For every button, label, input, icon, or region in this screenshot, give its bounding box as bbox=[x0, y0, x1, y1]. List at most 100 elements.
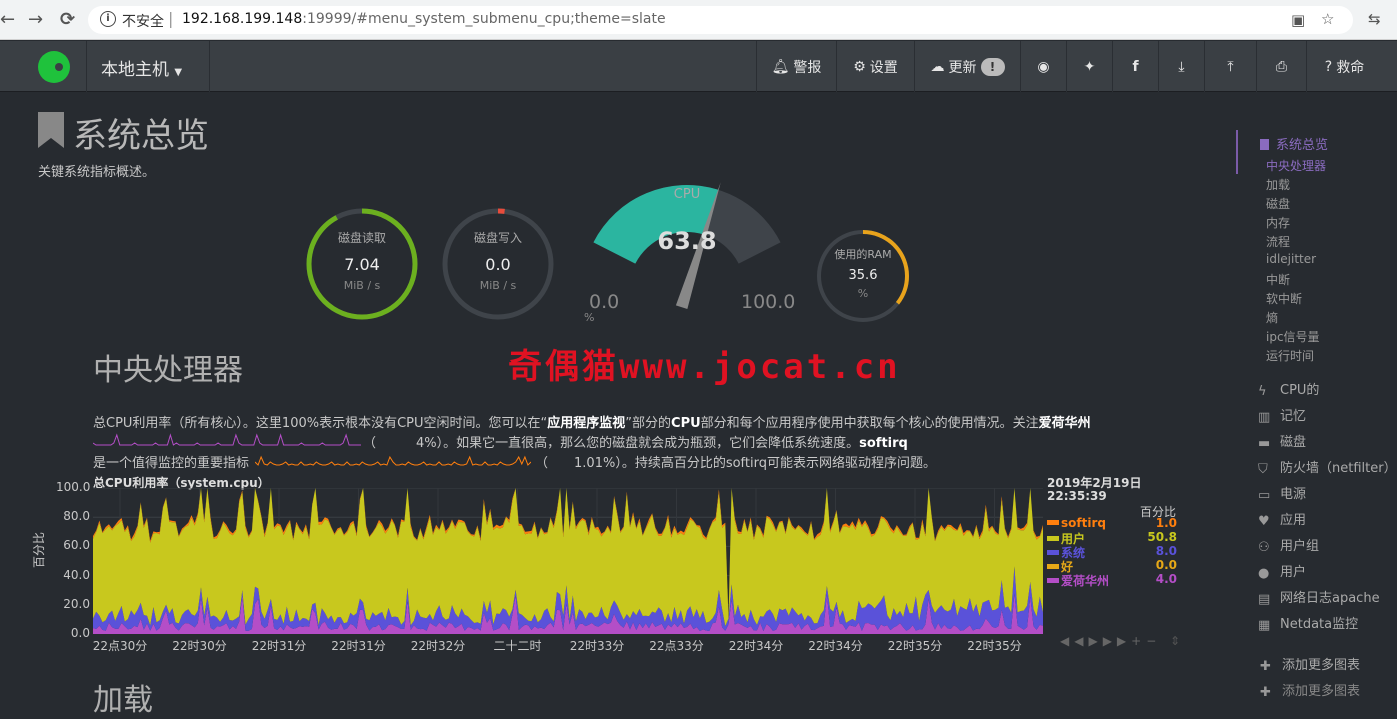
chart-ylabel: 百分比 bbox=[32, 531, 46, 568]
host-dropdown[interactable]: 本地主机 ▼ bbox=[101, 55, 182, 80]
bell-icon: 🔔︎ bbox=[771, 58, 790, 75]
add-more-charts-button[interactable]: ✚ 添加更多图表 bbox=[1260, 654, 1360, 674]
sparkline bbox=[92, 433, 361, 446]
sidebar-menu-item[interactable]: ▦ Netdata监控 bbox=[1258, 613, 1358, 633]
url-text[interactable]: 192.168.199.148:19999/#menu_system_subme… bbox=[182, 11, 666, 27]
sidebar-menu-item[interactable]: ▬ 磁盘 bbox=[1258, 431, 1306, 451]
sidebar-menu-item[interactable]: ▥ 记忆 bbox=[1258, 405, 1306, 425]
cpu-chart-plot[interactable] bbox=[93, 488, 1043, 634]
ram-gauge[interactable]: 使用的RAM 35.6 % bbox=[803, 246, 923, 300]
disk-write-gauge[interactable]: 磁盘写入 0.0 MiB / s bbox=[438, 229, 558, 292]
sidebar-menu-item[interactable]: ⚇ 用户组 bbox=[1258, 535, 1319, 555]
y-tick-label: 20.0 bbox=[63, 596, 90, 611]
sidebar-active-section[interactable]: 系统总览 bbox=[1260, 134, 1328, 153]
shield-icon: ⛉ bbox=[1258, 462, 1268, 477]
browser-chrome: ← → ⟳ i 不安全 | 192.168.199.148:19999/#men… bbox=[0, 0, 1397, 40]
add-more-charts-button-2[interactable]: ✚ 添加更多图表 bbox=[1260, 680, 1360, 700]
facebook-icon: f bbox=[1132, 58, 1139, 75]
desc-text: ”部分的 bbox=[625, 416, 672, 431]
desc-text: 1.01%）。持续高百分比的softirq可能表示网络驱动程序问题。 bbox=[574, 456, 936, 471]
y-tick-label: 80.0 bbox=[63, 509, 90, 524]
sidebar-subitem[interactable]: 中央处理器 bbox=[1266, 157, 1326, 174]
sidebar-menu-label: 防火墙（netfilter） bbox=[1280, 461, 1397, 476]
help-button[interactable]: ? 救命 bbox=[1306, 41, 1382, 92]
sidebar-subitem[interactable]: ipc信号量 bbox=[1266, 328, 1320, 345]
insecure-label: 不安全 bbox=[122, 14, 164, 30]
sparkline-softirq-svg bbox=[254, 455, 532, 466]
facebook-button[interactable]: f bbox=[1112, 41, 1158, 92]
url-separator: | bbox=[168, 9, 174, 28]
legend-item-4[interactable]: 爱荷华州 4.0 bbox=[1047, 572, 1177, 589]
forward-icon[interactable]: ▶▶ bbox=[1103, 634, 1131, 648]
github-icon: ◉ bbox=[1037, 58, 1050, 75]
gauge-label: 磁盘写入 bbox=[473, 231, 522, 245]
sidebar-subitem[interactable]: 熵 bbox=[1266, 309, 1278, 326]
extension-icon[interactable]: ⇆ bbox=[1368, 10, 1381, 28]
star-icon[interactable]: ☆ bbox=[1321, 10, 1334, 28]
gauge-label: 磁盘读取 bbox=[337, 231, 386, 245]
reload-icon[interactable]: ⟳ bbox=[60, 9, 75, 30]
sidebar-subitem[interactable]: 中断 bbox=[1266, 271, 1290, 288]
sidebar-menu-item[interactable]: ▤ 网络日志apache bbox=[1258, 587, 1380, 607]
question-icon: ? bbox=[1324, 58, 1333, 75]
sparkline-iowait-svg bbox=[92, 433, 361, 446]
address-bar[interactable]: i 不安全 | 192.168.199.148:19999/#menu_syst… bbox=[88, 6, 1353, 34]
upload-button[interactable]: ⤒ bbox=[1204, 41, 1256, 92]
page-title: 系统总览 bbox=[73, 116, 209, 156]
sidebar-subitem[interactable]: 流程 bbox=[1266, 233, 1290, 250]
sidebar-subitem[interactable]: 运行时间 bbox=[1266, 347, 1314, 364]
page-subtitle: 关键系统指标概述。 bbox=[38, 165, 156, 180]
desc-text: 4%）。如果它一直很高，那么您的磁盘就会成为瓶颈，它们会降低系统速度。 bbox=[416, 436, 860, 451]
cpu-gauge-label: CPU bbox=[673, 187, 701, 202]
zoom-in-icon[interactable]: + bbox=[1131, 634, 1146, 648]
sidebar-menu-item[interactable]: ϟ CPU的 bbox=[1258, 379, 1319, 399]
gauge-value: 35.6 bbox=[848, 268, 878, 283]
sidebar-subitem[interactable]: 软中断 bbox=[1266, 290, 1302, 307]
info-icon[interactable]: i bbox=[100, 11, 116, 27]
cpu-description-line2: （ 4%）。如果它一直很高，那么您的磁盘就会成为瓶颈，它们会降低系统速度。soft… bbox=[92, 432, 908, 451]
sidebar-subitem[interactable]: 内存 bbox=[1266, 214, 1290, 231]
sidebar-subitem[interactable]: idlejitter bbox=[1266, 252, 1316, 266]
sidebar-menu-item[interactable]: ● 用户 bbox=[1258, 561, 1306, 581]
sidebar-menu-label: 应用 bbox=[1280, 513, 1307, 528]
translate-icon[interactable]: ▣ bbox=[1291, 11, 1305, 29]
x-tick-label: 22时31分 bbox=[331, 639, 386, 653]
desc-text: （ bbox=[535, 456, 549, 471]
desc-link-cpu[interactable]: CPU bbox=[671, 416, 701, 431]
disk-read-gauge[interactable]: 磁盘读取 7.04 MiB / s bbox=[302, 229, 422, 292]
resize-handle-icon[interactable]: ⇕ bbox=[1170, 634, 1180, 648]
twitter-button[interactable]: ✦ bbox=[1066, 41, 1112, 92]
legend-item-0[interactable]: softirq 1.0 bbox=[1047, 516, 1177, 530]
legend-value: 4.0 bbox=[1155, 572, 1177, 586]
alarms-button[interactable]: 🔔︎ 警报 bbox=[756, 41, 836, 92]
sidebar-menu-item[interactable]: ♥ 应用 bbox=[1258, 509, 1307, 529]
settings-button[interactable]: ⚙ 设置 bbox=[836, 41, 914, 92]
x-tick-label: 22时31分 bbox=[251, 639, 307, 653]
download-button[interactable]: ⤓ bbox=[1158, 41, 1204, 92]
desc-link-apps[interactable]: 应用程序监视 bbox=[547, 416, 625, 431]
desc-softirq: softirq bbox=[859, 436, 908, 451]
zoom-out-icon[interactable]: − bbox=[1146, 634, 1161, 648]
sidebar-subitem[interactable]: 加载 bbox=[1266, 176, 1290, 193]
print-button[interactable]: ⎙ bbox=[1256, 41, 1306, 92]
cpu-description-line3: 是一个值得监控的重要指标 （ 1.01%）。持续高百分比的softirq可能表示网络… bbox=[93, 452, 936, 471]
play-icon[interactable]: ▶ bbox=[1088, 634, 1102, 648]
gear-icon: ⚙ bbox=[853, 58, 866, 75]
forward-icon[interactable]: → bbox=[28, 9, 43, 30]
battery-icon: ▭ bbox=[1258, 488, 1271, 503]
sidebar-menu-item[interactable]: ⛉ 防火墙（netfilter） bbox=[1258, 457, 1397, 477]
desc-text: 部分和每个应用程序使用中获取每个核心的使用情况。关注 bbox=[700, 416, 1039, 431]
url-rest: :19999/#menu_system_submenu_cpu;theme=sl… bbox=[302, 11, 666, 27]
x-tick-label: 22时30分 bbox=[172, 639, 227, 653]
back-icon[interactable]: ← bbox=[0, 9, 15, 30]
sidebar-subitem[interactable]: 磁盘 bbox=[1266, 195, 1290, 212]
netdata-logo[interactable] bbox=[38, 51, 70, 83]
sidebar-menu-item[interactable]: ▭ 电源 bbox=[1258, 483, 1306, 503]
x-tick-label: 22时35分 bbox=[887, 639, 943, 653]
cpu-gauge-unit: % bbox=[584, 311, 595, 324]
rewind-icon[interactable]: ◀◀ bbox=[1060, 634, 1088, 648]
github-button[interactable]: ◉ bbox=[1020, 41, 1066, 92]
update-button[interactable]: ☁ 更新! bbox=[914, 41, 1020, 92]
bookmark-small-icon bbox=[1260, 139, 1269, 150]
x-tick-label: 22时34分 bbox=[808, 639, 863, 653]
